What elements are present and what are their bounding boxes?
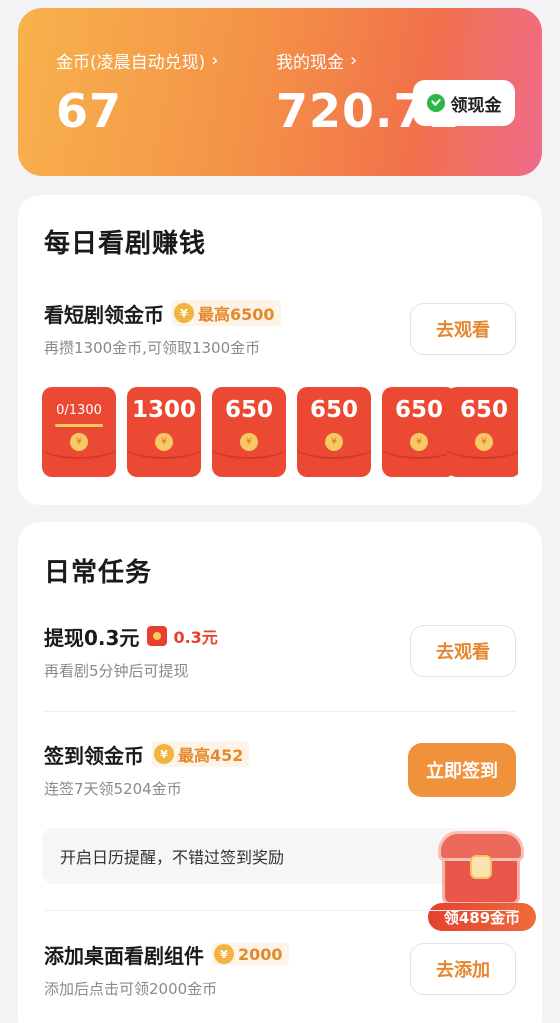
tasks-title: 日常任务 bbox=[44, 558, 153, 588]
coin-icon: ¥ bbox=[155, 433, 173, 451]
cash-label: 我的现金 bbox=[276, 52, 344, 73]
coin-icon: ¥ bbox=[325, 433, 343, 451]
coin-icon: ¥ bbox=[214, 944, 234, 964]
coin-icon: ¥ bbox=[70, 433, 88, 451]
withdraw-cash-button[interactable]: 领现金 bbox=[413, 80, 515, 126]
red-envelope[interactable]: 0/1300 ¥ bbox=[42, 387, 116, 477]
coin-label: 金币(凌晨自动兑现) bbox=[56, 52, 206, 73]
coin-value: 67 bbox=[56, 84, 123, 138]
watch-button[interactable]: 去观看 bbox=[410, 625, 516, 677]
watch-drama-task: 看短剧领金币 ¥ 最高6500 再攒1300金币,可领取1300金币 去观看 bbox=[44, 299, 516, 358]
reward-envelope-row: 0/1300 ¥ 1300 ¥ 650 ¥ 650 ¥ 650 ¥ 650 ¥ bbox=[42, 387, 518, 479]
checkin-task: 签到领金币 ¥ 最高452 连签7天领5204金币 立即签到 bbox=[44, 740, 516, 804]
coin-section[interactable]: 金币(凌晨自动兑现) › 67 bbox=[56, 48, 219, 139]
max-reward-tag: ¥ 最高6500 bbox=[172, 300, 281, 326]
cash-reward-tag: 0.3元 bbox=[147, 624, 218, 648]
max-reward-tag: ¥ 最高452 bbox=[152, 741, 250, 767]
checkin-button[interactable]: 立即签到 bbox=[408, 743, 516, 797]
coin-icon: ¥ bbox=[475, 433, 493, 451]
chest-reward-label: 领489金币 bbox=[428, 903, 536, 931]
watch-button[interactable]: 去观看 bbox=[410, 303, 516, 355]
red-envelope[interactable]: 650 ¥ bbox=[447, 387, 518, 477]
task-title: 提现0.3元 bbox=[44, 625, 140, 650]
chevron-right-icon: › bbox=[211, 49, 219, 71]
withdraw-task: 提现0.3元 0.3元 再看剧5分钟后可提现 去观看 bbox=[44, 622, 516, 686]
divider bbox=[44, 711, 516, 712]
asset-card: 金币(凌晨自动兑现) › 67 我的现金 › 720.71 领现金 bbox=[18, 8, 542, 176]
red-envelope[interactable]: 650 ¥ bbox=[382, 387, 456, 477]
coin-icon: ¥ bbox=[410, 433, 428, 451]
treasure-chest[interactable]: 领489金币 bbox=[424, 825, 540, 933]
reminder-text: 开启日历提醒，不错过签到奖励 bbox=[60, 848, 285, 867]
task-title: 添加桌面看剧组件 bbox=[44, 943, 204, 968]
red-envelope[interactable]: 650 ¥ bbox=[297, 387, 371, 477]
reward-tag: ¥ 2000 bbox=[212, 943, 289, 965]
coin-icon: ¥ bbox=[154, 744, 174, 764]
red-envelope[interactable]: 1300 ¥ bbox=[127, 387, 201, 477]
chevron-right-icon: › bbox=[350, 49, 358, 71]
divider bbox=[44, 910, 516, 911]
daily-title: 每日看剧赚钱 bbox=[44, 229, 207, 259]
coin-icon: ¥ bbox=[240, 433, 258, 451]
task-title: 看短剧领金币 bbox=[44, 302, 164, 327]
withdraw-button-label: 领现金 bbox=[450, 95, 502, 116]
red-packet-icon bbox=[147, 626, 168, 646]
red-envelope[interactable]: 650 ¥ bbox=[212, 387, 286, 477]
daily-tasks-card: 日常任务 提现0.3元 0.3元 再看剧5分钟后可提现 去观看 签到领金币 ¥ … bbox=[18, 522, 542, 1023]
daily-watch-card: 每日看剧赚钱 看短剧领金币 ¥ 最高6500 再攒1300金币,可领取1300金… bbox=[18, 195, 542, 505]
add-widget-button[interactable]: 去添加 bbox=[410, 943, 516, 995]
wechat-pay-icon bbox=[426, 94, 445, 112]
task-title: 签到领金币 bbox=[44, 743, 144, 768]
add-widget-task: 添加桌面看剧组件 ¥ 2000 添加后点击可领2000金币 去添加 bbox=[44, 940, 516, 1004]
coin-icon: ¥ bbox=[174, 303, 194, 323]
